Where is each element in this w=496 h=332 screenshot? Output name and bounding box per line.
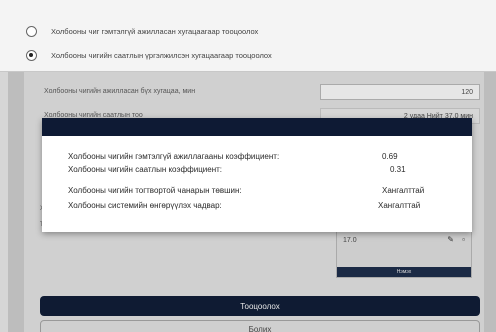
total-time-label: Холбооны чигийн ажилласан бүх хугацаа, м… bbox=[44, 88, 196, 95]
delete-icon[interactable]: ▫ bbox=[462, 235, 465, 244]
calculate-button[interactable]: Тооцоолох bbox=[40, 296, 480, 316]
calculation-mode-panel: Холбооны чиг гэмтэлгүй ажилласан хугацаа… bbox=[0, 0, 496, 72]
radio-uptime[interactable] bbox=[26, 25, 37, 37]
result-label-stability-level: Холбооны чигийн тогтвортой чанарын төвши… bbox=[68, 186, 242, 195]
result-label-outage-coefficient: Холбооны чигийн саатлын коэффициент: bbox=[68, 165, 223, 174]
result-value-uptime-coefficient: 0.69 bbox=[382, 152, 398, 161]
result-value-throughput: Хангалттай bbox=[378, 201, 421, 210]
result-label-throughput: Холбооны системийн өнгөрүүлэх чадвар: bbox=[68, 201, 222, 210]
add-outage-button[interactable]: Нэмэх bbox=[337, 267, 471, 277]
outage-list-item: 17.0 bbox=[343, 237, 357, 244]
option-uptime-label: Холбооны чиг гэмтэлгүй ажилласан хугацаа… bbox=[51, 26, 259, 36]
outage-list-item-actions: ✎ ▫ bbox=[447, 235, 465, 244]
results-dialog: Холбооны чигийн гэмтэлгүй ажиллагааны ко… bbox=[42, 118, 472, 232]
option-outage-duration-label: Холбооны чигийн саатлын үргэлжилсэн хуга… bbox=[51, 50, 272, 60]
total-time-input[interactable]: 120 bbox=[320, 84, 480, 100]
result-label-uptime-coefficient: Холбооны чигийн гэмтэлгүй ажиллагааны ко… bbox=[68, 152, 280, 161]
edit-icon[interactable]: ✎ bbox=[447, 235, 454, 244]
result-value-stability-level: Хангалттай bbox=[382, 186, 425, 195]
option-uptime[interactable]: Холбооны чиг гэмтэлгүй ажилласан хугацаа… bbox=[26, 22, 258, 40]
result-value-outage-coefficient: 0.31 bbox=[390, 165, 406, 174]
dialog-header bbox=[42, 118, 472, 136]
radio-outage-duration[interactable] bbox=[26, 49, 37, 61]
option-outage-duration[interactable]: Холбооны чигийн саатлын үргэлжилсэн хуга… bbox=[26, 46, 272, 64]
close-button[interactable]: Болих bbox=[40, 320, 480, 332]
